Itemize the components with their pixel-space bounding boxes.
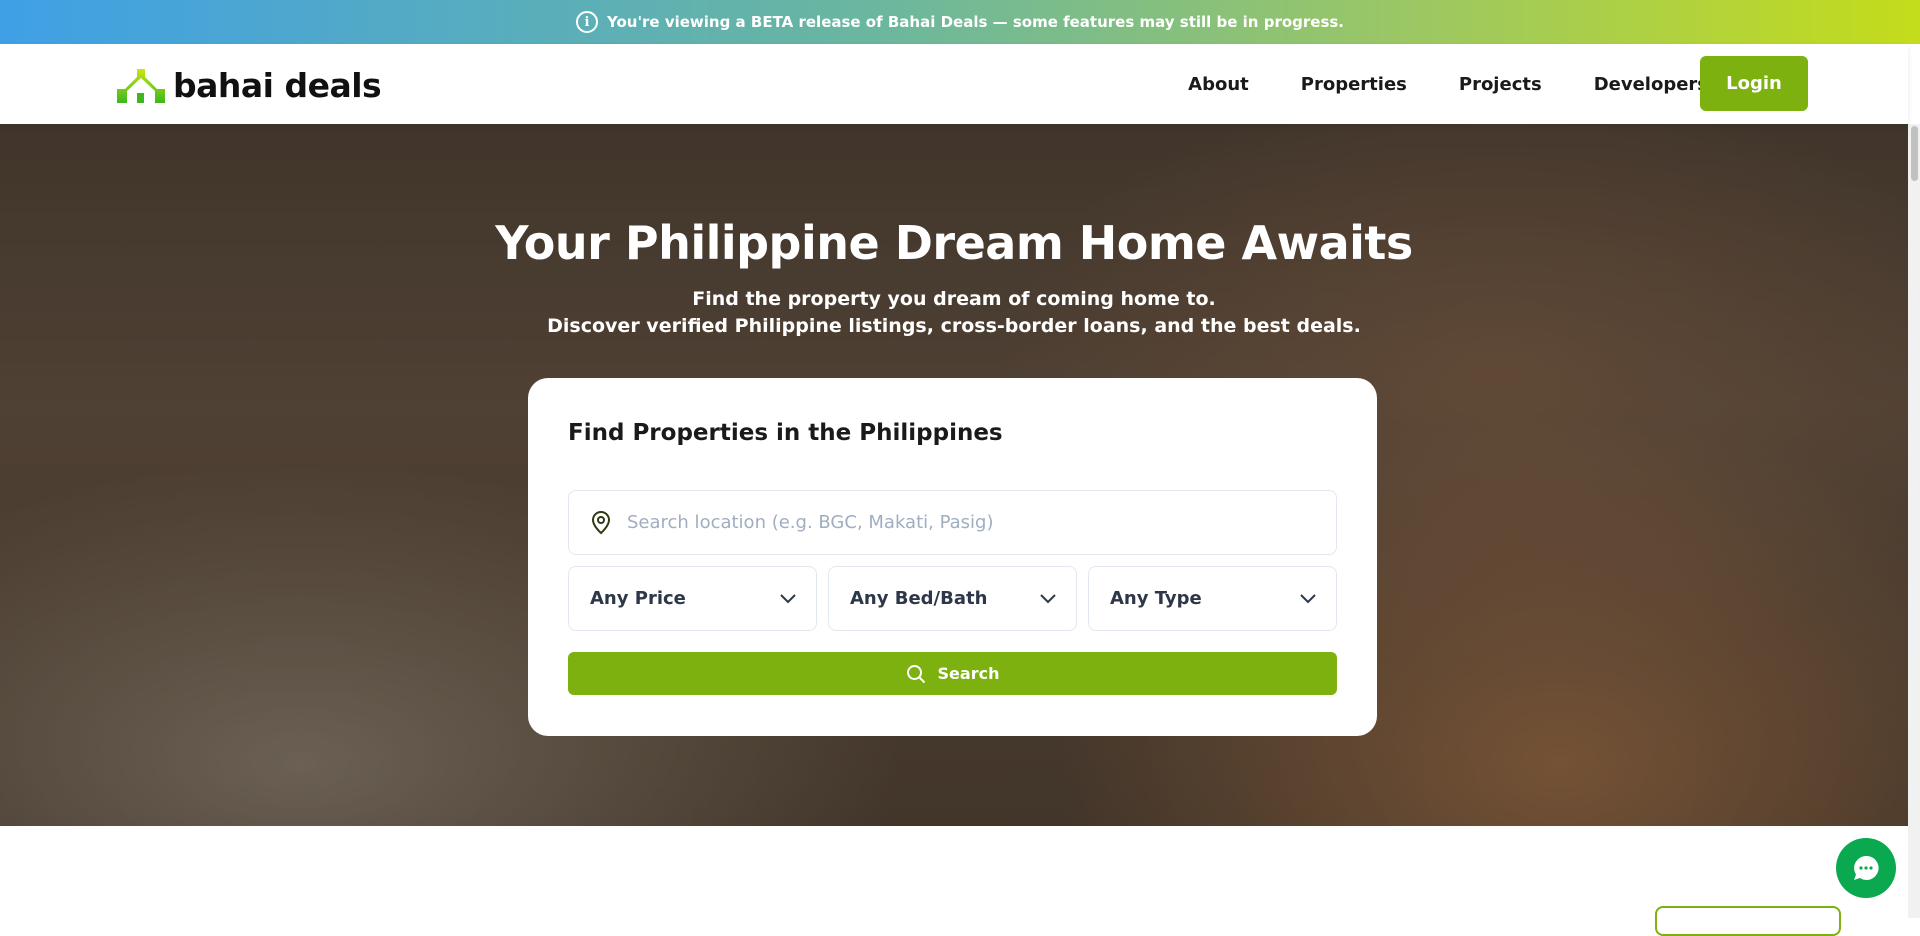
hero-subtitle-line: Find the property you dream of coming ho… <box>692 288 1216 310</box>
chat-button[interactable] <box>1836 838 1896 898</box>
scrollbar-thumb[interactable] <box>1911 126 1918 181</box>
nav-developers[interactable]: Developers <box>1594 74 1708 95</box>
logo-text: bahai deals <box>173 66 382 105</box>
price-select-value: Any Price <box>590 588 686 609</box>
house-logo-icon <box>117 68 165 103</box>
bedbath-select[interactable]: Any Bed/Bath <box>828 566 1077 631</box>
nav-projects[interactable]: Projects <box>1459 74 1542 95</box>
hero-subtitle-line: Discover verified Philippine listings, c… <box>547 315 1361 337</box>
search-button-label: Search <box>937 664 1000 683</box>
search-card: Find Properties in the Philippines Any P… <box>528 378 1377 736</box>
info-icon: i <box>575 11 598 33</box>
hero-subtitle: Find the property you dream of coming ho… <box>0 286 1908 340</box>
beta-banner-text: You're viewing a BETA release of Bahai D… <box>606 13 1345 31</box>
location-search-input[interactable] <box>627 512 1307 533</box>
chevron-down-icon <box>780 593 796 603</box>
scrollbar[interactable] <box>1908 124 1920 918</box>
map-pin-icon <box>591 510 611 534</box>
nav-about[interactable]: About <box>1188 74 1249 95</box>
view-all-button[interactable] <box>1655 906 1841 936</box>
hero-title: Your Philippine Dream Home Awaits <box>495 216 1413 270</box>
chat-icon <box>1854 855 1879 880</box>
login-button[interactable]: Login <box>1700 56 1808 111</box>
beta-banner: i You're viewing a BETA release of Bahai… <box>0 0 1920 44</box>
chevron-down-icon <box>1300 593 1316 603</box>
type-select[interactable]: Any Type <box>1088 566 1337 631</box>
search-icon <box>906 664 925 683</box>
price-select[interactable]: Any Price <box>568 566 817 631</box>
bedbath-select-value: Any Bed/Bath <box>850 588 988 609</box>
chevron-down-icon <box>1040 593 1056 603</box>
nav-properties[interactable]: Properties <box>1301 74 1407 95</box>
logo[interactable]: bahai deals <box>117 66 382 105</box>
search-button[interactable]: Search <box>568 652 1337 695</box>
search-card-title: Find Properties in the Philippines <box>568 420 1003 446</box>
location-search-field[interactable] <box>568 490 1337 555</box>
top-nav: bahai deals About Properties Projects De… <box>0 44 1908 124</box>
type-select-value: Any Type <box>1110 588 1202 609</box>
